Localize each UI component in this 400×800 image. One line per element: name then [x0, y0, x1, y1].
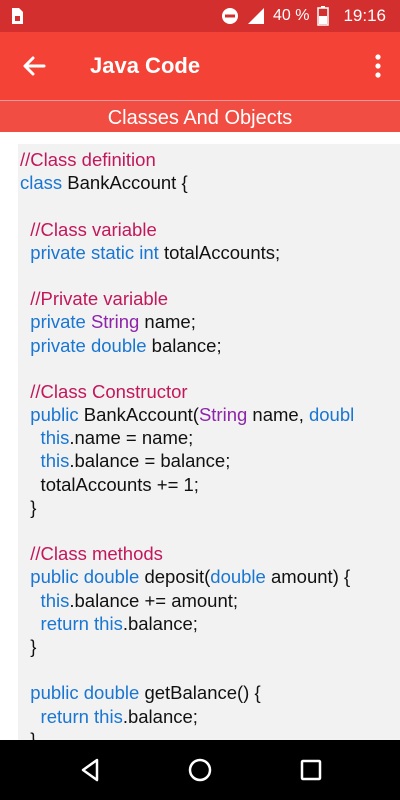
code-line: }: [20, 635, 400, 658]
code-token-kw: public double: [20, 682, 140, 704]
signal-icon: [247, 8, 264, 24]
code-token-plain: name,: [247, 404, 309, 426]
section-title: Classes And Objects: [0, 100, 400, 133]
code-token-kw: public: [20, 404, 79, 426]
nav-home-icon[interactable]: [185, 755, 215, 785]
code-token-kw: double: [210, 566, 266, 588]
code-token-kw: this: [20, 589, 70, 611]
code-line: return this.balance;: [20, 612, 400, 635]
code-line: totalAccounts += 1;: [20, 473, 400, 496]
code-token-plain: totalAccounts += 1;: [20, 473, 199, 495]
code-line: //Class definition: [20, 148, 400, 171]
code-token-comment: //Class definition: [20, 149, 156, 170]
clock: 19:16: [343, 6, 386, 25]
code-token-plain: totalAccounts;: [158, 241, 281, 263]
navigation-bar: [0, 740, 400, 800]
code-line: //Class variable: [20, 218, 400, 241]
code-token-plain: balance;: [146, 334, 222, 356]
battery-icon: [317, 6, 330, 26]
code-token-comment: //Private variable: [20, 288, 169, 310]
code-token-comment: //Class variable: [20, 218, 157, 240]
code-token-kw: doubl: [308, 404, 355, 426]
code-line: //Class Constructor: [20, 380, 400, 403]
app-bar: Java Code: [0, 32, 400, 100]
code-line: public BankAccount(String name, doubl: [20, 403, 400, 426]
code-token-plain: amount) {: [265, 566, 351, 588]
code-line: public double deposit(double amount) {: [20, 565, 400, 588]
code-token-plain: }: [20, 496, 37, 518]
code-token-kw: return this: [20, 612, 123, 634]
code-scroll-area[interactable]: //Class definition class BankAccount { //…: [0, 132, 400, 740]
code-token-comment: //Class methods: [20, 543, 163, 565]
code-line: private double balance;: [20, 334, 400, 357]
page-title: Java Code: [90, 53, 201, 78]
code-token-plain: }: [20, 635, 37, 657]
more-options-icon[interactable]: [370, 52, 386, 80]
code-line: private static int totalAccounts;: [20, 241, 400, 264]
code-line: this.balance += amount;: [20, 589, 400, 612]
code-line: this.name = name;: [20, 426, 400, 449]
code-token-kw: private: [20, 311, 86, 333]
code-line: }: [20, 496, 400, 519]
code-line: }: [20, 728, 400, 740]
code-line: public double getBalance() {: [20, 681, 400, 704]
code-line: //Class methods: [20, 542, 400, 565]
status-bar: 40 % 19:16: [0, 0, 400, 32]
code-token-kw: this: [20, 450, 70, 472]
code-line: //Private variable: [20, 287, 400, 310]
code-token-plain: .balance += amount;: [69, 589, 239, 611]
code-token-plain: .balance;: [122, 705, 198, 727]
code-token-type: String: [90, 311, 140, 333]
do-not-disturb-icon: [221, 8, 238, 24]
nav-back-icon[interactable]: [75, 755, 105, 785]
code-line: this.balance = balance;: [20, 449, 400, 472]
code-token-plain: name;: [139, 311, 196, 333]
code-line: class BankAccount {: [20, 171, 400, 194]
code-token-kw: private double: [20, 334, 147, 356]
code-token-kw: private static int: [20, 241, 159, 263]
code-token-kw: public double: [20, 566, 140, 588]
code-token-comment: //Class Constructor: [20, 380, 188, 402]
code-token-plain: getBalance() {: [139, 682, 261, 704]
code-token-plain: }: [20, 728, 37, 740]
code-token-kw: return this: [20, 705, 123, 727]
code-token-plain: .balance;: [122, 612, 198, 634]
code-token-plain: .name = name;: [69, 427, 194, 449]
code-token-plain: .balance = balance;: [69, 450, 231, 472]
code-token-type: String: [198, 404, 248, 426]
code-token-plain: BankAccount {: [62, 172, 188, 194]
code-token-kw: this: [20, 427, 70, 449]
code-line: private String name;: [20, 310, 400, 333]
sim-card-icon: [12, 8, 23, 24]
code-token-kw: class: [20, 172, 63, 194]
code-token-plain: BankAccount(: [78, 404, 199, 426]
code-token-plain: deposit(: [139, 566, 211, 588]
nav-recents-icon[interactable]: [296, 755, 326, 785]
battery-percent: 40 %: [272, 7, 310, 24]
back-arrow-icon[interactable]: [18, 50, 50, 82]
code-line: return this.balance;: [20, 705, 400, 728]
code-block: //Class definition class BankAccount { //…: [20, 148, 400, 740]
